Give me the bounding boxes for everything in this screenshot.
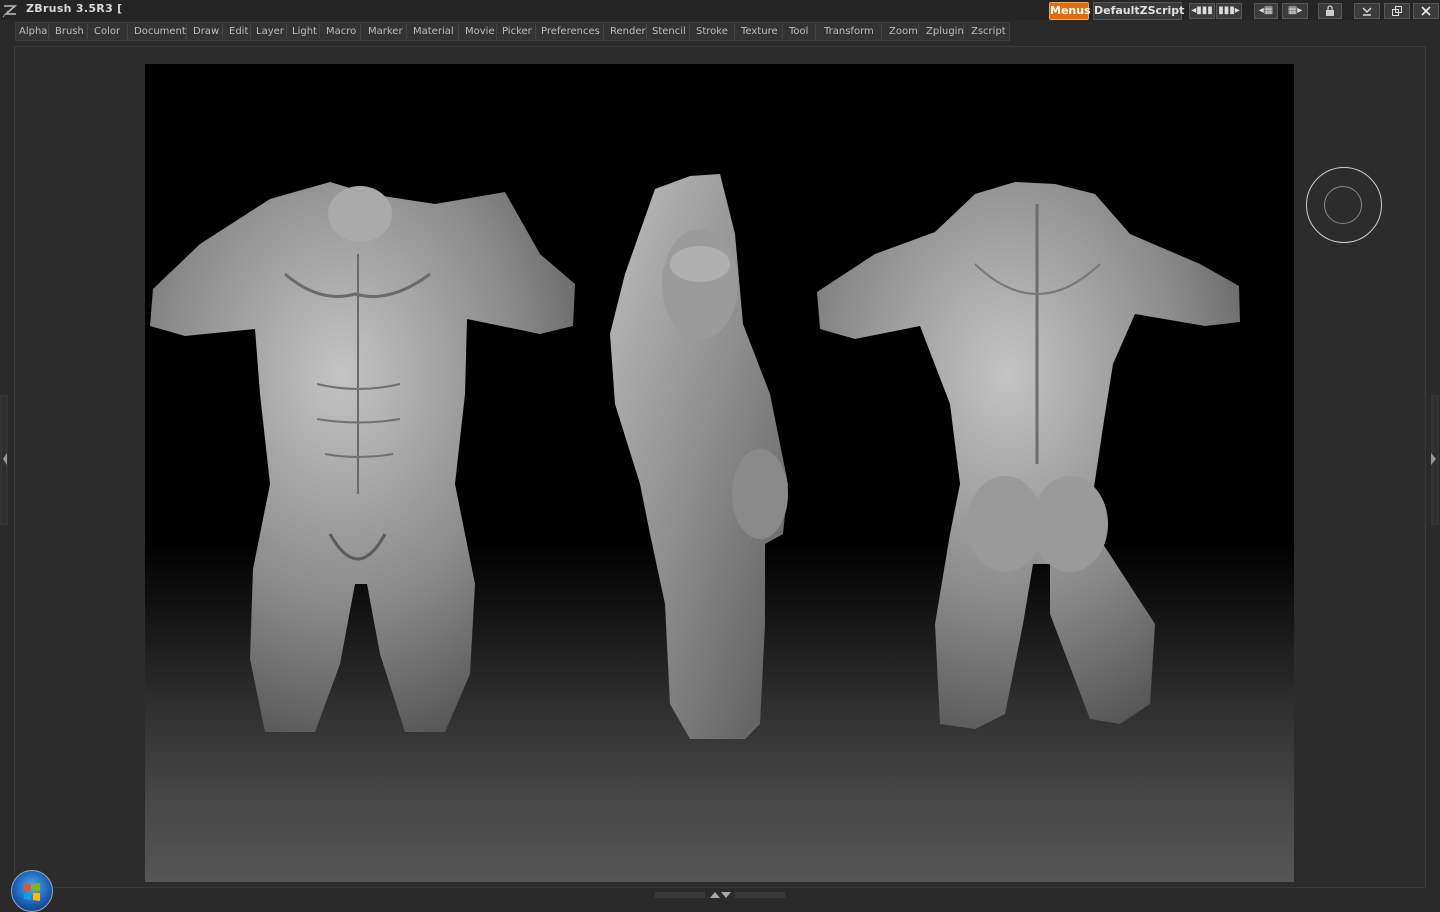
- menu-texture[interactable]: Texture: [741, 23, 778, 40]
- close-icon[interactable]: [1413, 3, 1439, 19]
- menu-zplugin[interactable]: Zplugin: [926, 23, 964, 40]
- lock-icon[interactable]: [1318, 3, 1342, 19]
- menu-separator: [689, 24, 690, 39]
- menu-render[interactable]: Render: [610, 23, 646, 40]
- default-zscript-button[interactable]: DefaultZScript: [1093, 2, 1184, 20]
- minimize-icon[interactable]: [1354, 3, 1380, 19]
- menu-separator: [222, 24, 223, 39]
- collapse-right-icon[interactable]: [1428, 395, 1440, 525]
- menu-movie[interactable]: Movie: [465, 23, 495, 40]
- zbrush-logo-icon: [2, 5, 18, 18]
- menu-separator: [186, 24, 187, 39]
- windows-start-icon[interactable]: [11, 870, 53, 912]
- menu-document[interactable]: Document: [134, 23, 186, 40]
- menus-button[interactable]: Menus: [1049, 2, 1091, 20]
- menu-separator: [286, 24, 287, 39]
- menu-separator: [458, 24, 459, 39]
- menu-separator: [360, 24, 361, 39]
- menu-transform[interactable]: Transform: [824, 23, 874, 40]
- menu-color[interactable]: Color: [94, 23, 120, 40]
- menu-macro[interactable]: Macro: [326, 23, 356, 40]
- menu-separator: [127, 24, 128, 39]
- menu-separator: [87, 24, 88, 39]
- menu-separator: [406, 24, 407, 39]
- title-bar: ZBrush 3.5R3 [ Menus DefaultZScript ◂▮▮▮…: [0, 0, 1440, 20]
- scroll-right-icon[interactable]: ▮▮▮▸: [1216, 3, 1242, 19]
- menu-separator: [48, 24, 49, 39]
- menu-separator: [963, 24, 964, 39]
- menu-tool[interactable]: Tool: [789, 23, 808, 40]
- menu-separator: [250, 24, 251, 39]
- menu-preferences[interactable]: Preferences: [541, 23, 600, 40]
- scroll-left-icon[interactable]: ◂▮▮▮: [1189, 3, 1215, 19]
- menu-layer[interactable]: Layer: [256, 23, 284, 40]
- menu-separator: [535, 24, 536, 39]
- layout-icon[interactable]: ▦▸: [1282, 3, 1308, 19]
- menu-separator: [734, 24, 735, 39]
- menu-separator: [646, 24, 647, 39]
- menu-edit[interactable]: Edit: [229, 23, 248, 40]
- restore-icon[interactable]: [1384, 3, 1410, 19]
- layout-icon[interactable]: ◂▦: [1254, 3, 1278, 19]
- menu-separator: [782, 24, 783, 39]
- window-title: ZBrush 3.5R3 [: [26, 2, 123, 15]
- menu-brush[interactable]: Brush: [55, 23, 84, 40]
- menu-separator: [603, 24, 604, 39]
- document-canvas[interactable]: [145, 64, 1294, 882]
- menu-separator: [319, 24, 320, 39]
- torso-back-view: [817, 182, 1240, 729]
- torso-side-view: [610, 174, 788, 739]
- collapse-left-icon[interactable]: [0, 395, 10, 525]
- menu-stencil[interactable]: Stencil: [652, 23, 686, 40]
- menu-separator: [881, 24, 882, 39]
- menu-marker[interactable]: Marker: [368, 23, 403, 40]
- menu-separator: [496, 24, 497, 39]
- menu-alpha[interactable]: Alpha: [19, 23, 47, 40]
- menu-separator: [815, 24, 816, 39]
- menu-picker[interactable]: Picker: [502, 23, 532, 40]
- menu-draw[interactable]: Draw: [193, 23, 219, 40]
- menu-material[interactable]: Material: [413, 23, 454, 40]
- torso-front-view: [150, 182, 575, 732]
- menu-zscript[interactable]: Zscript: [971, 23, 1006, 40]
- menu-stroke[interactable]: Stroke: [696, 23, 728, 40]
- menu-light[interactable]: Light: [292, 23, 317, 40]
- menu-zoom[interactable]: Zoom: [889, 23, 918, 40]
- navigation-inner-ring[interactable]: [1324, 186, 1362, 224]
- menu-separator: [918, 24, 919, 39]
- tray-toggle-icon[interactable]: [655, 890, 785, 900]
- sculpt-render: [150, 174, 1240, 739]
